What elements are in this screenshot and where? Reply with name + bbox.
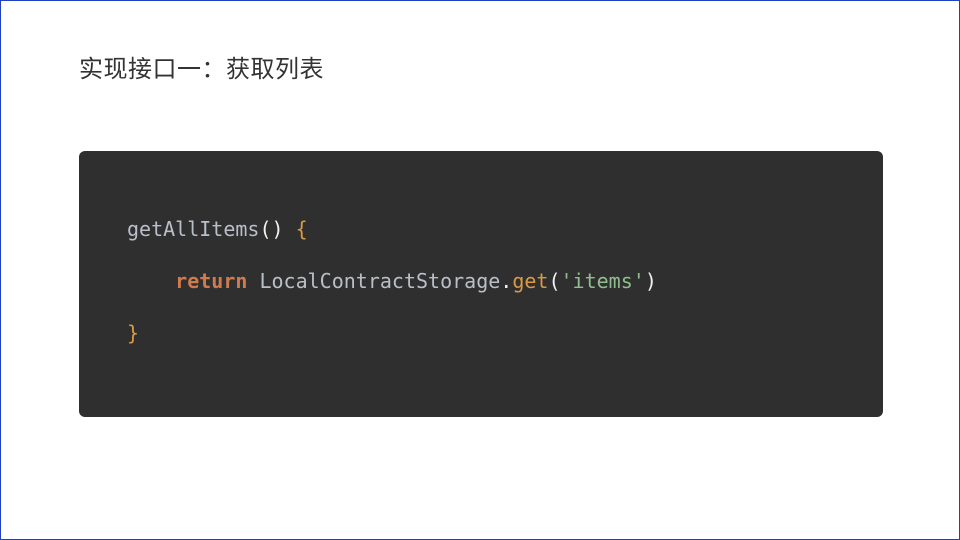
code-method-call: get <box>512 269 548 293</box>
slide-title: 实现接口一：获取列表 <box>79 49 324 84</box>
code-keyword-return: return <box>175 269 247 293</box>
code-method-name: getAllItems <box>127 217 259 241</box>
code-string-literal: 'items' <box>561 269 645 293</box>
code-paren-close: ) <box>645 269 657 293</box>
code-parens: () <box>259 217 283 241</box>
code-dot: . <box>500 269 512 293</box>
code-space <box>284 217 296 241</box>
code-indent <box>127 269 175 293</box>
code-space <box>247 269 259 293</box>
code-block: getAllItems() { return LocalContractStor… <box>79 151 883 417</box>
code-identifier: LocalContractStorage <box>259 269 500 293</box>
code-brace-close: } <box>127 321 139 345</box>
code-brace-open: { <box>296 217 308 241</box>
code-paren-open: ( <box>548 269 560 293</box>
